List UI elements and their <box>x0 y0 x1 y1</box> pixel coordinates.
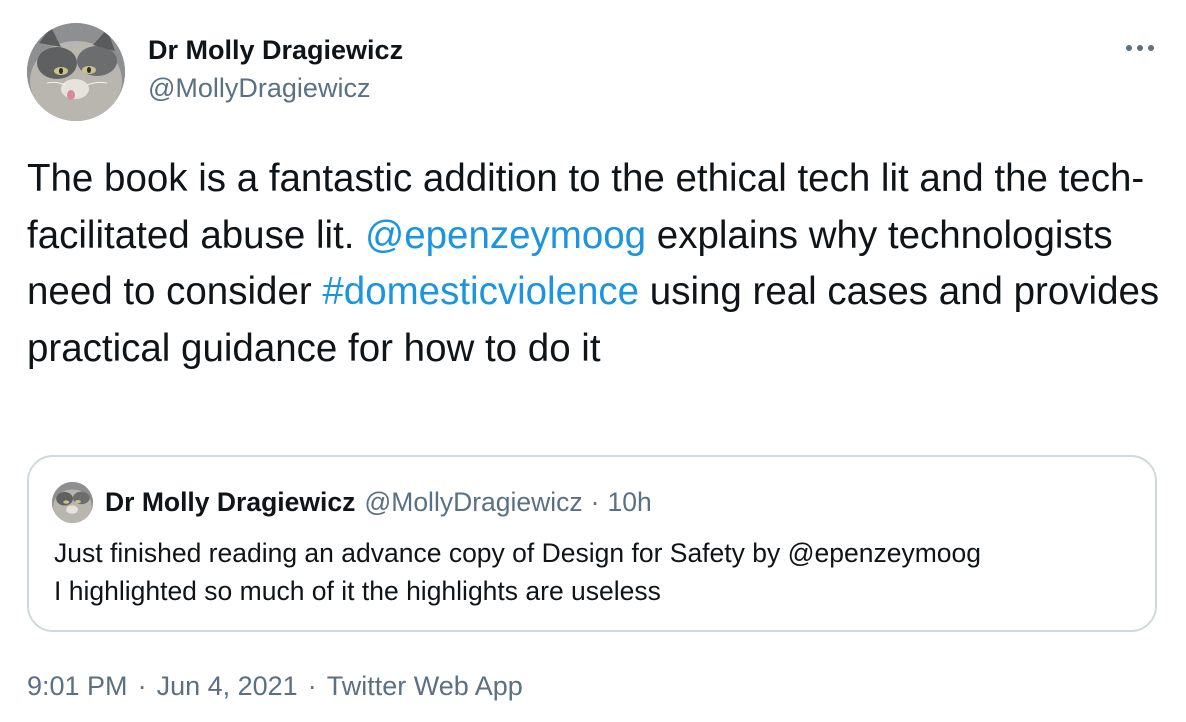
meta-separator: · <box>307 671 317 701</box>
quoted-separator: · <box>590 487 600 517</box>
more-options-button[interactable] <box>1121 38 1159 58</box>
author-avatar[interactable] <box>27 23 125 121</box>
quoted-author-handle: @MollyDragiewicz <box>364 487 583 517</box>
cat-avatar-icon <box>52 482 93 523</box>
author-handle[interactable]: @MollyDragiewicz <box>148 70 403 106</box>
tweet-text: The book is a fantastic addition to the … <box>27 151 1167 377</box>
cat-avatar-icon <box>27 23 125 121</box>
more-options-icon-dot <box>1148 45 1154 51</box>
quoted-text-line: Just finished reading an advance copy of… <box>54 538 981 568</box>
mention-link[interactable]: @epenzeymoog <box>365 214 646 257</box>
quoted-timestamp: 10h <box>607 487 652 517</box>
more-options-icon-dot <box>1137 45 1143 51</box>
hashtag-link[interactable]: #domesticviolence <box>322 270 639 313</box>
quoted-text-line: I highlighted so much of it the highligh… <box>54 576 661 606</box>
tweet-time[interactable]: 9:01 PM <box>27 671 128 701</box>
quoted-author-avatar <box>52 482 93 523</box>
quoted-tweet[interactable]: Dr Molly Dragiewicz @MollyDragiewicz · 1… <box>27 455 1157 632</box>
author-display-name[interactable]: Dr Molly Dragiewicz <box>148 32 403 68</box>
tweet-source[interactable]: Twitter Web App <box>327 671 523 701</box>
quoted-tweet-header: Dr Molly Dragiewicz @MollyDragiewicz · 1… <box>52 482 652 523</box>
more-options-icon <box>1126 45 1132 51</box>
tweet-meta: 9:01 PM · Jun 4, 2021 · Twitter Web App <box>27 668 523 704</box>
tweet-date[interactable]: Jun 4, 2021 <box>157 671 298 701</box>
meta-separator: · <box>137 671 147 701</box>
author-block: Dr Molly Dragiewicz @MollyDragiewicz <box>148 32 403 106</box>
quoted-author-name: Dr Molly Dragiewicz <box>105 487 356 517</box>
tweet: Dr Molly Dragiewicz @MollyDragiewicz The… <box>0 0 1186 722</box>
quoted-tweet-text: Just finished reading an advance copy of… <box>54 534 1144 610</box>
